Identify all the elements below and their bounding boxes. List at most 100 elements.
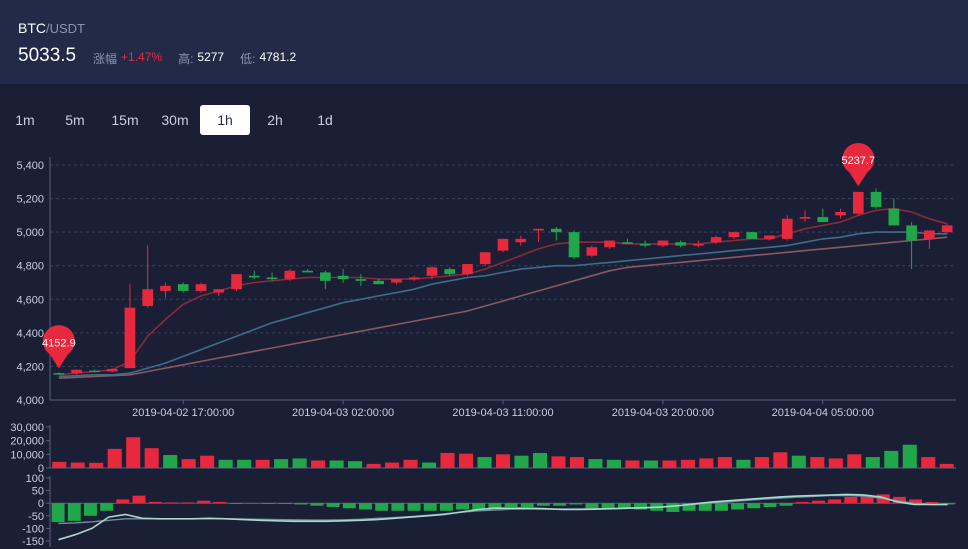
macd-histogram-bar bbox=[585, 503, 599, 509]
candle-body bbox=[906, 225, 917, 241]
macd-histogram-bar bbox=[779, 503, 793, 506]
y-tick-label: 5,200 bbox=[16, 194, 44, 206]
macd-histogram-bar bbox=[375, 503, 389, 511]
macd-histogram-bar bbox=[100, 503, 114, 511]
candle-body bbox=[622, 242, 633, 244]
candle-body bbox=[213, 289, 225, 293]
volume-bar bbox=[514, 455, 529, 468]
macd-histogram-bar bbox=[812, 500, 825, 504]
ma-long-line bbox=[58, 236, 948, 379]
macd-histogram-bar bbox=[844, 496, 858, 504]
macd-histogram-bar bbox=[181, 502, 194, 504]
candle-body bbox=[924, 230, 935, 239]
volume-bar bbox=[773, 452, 788, 468]
candle-body bbox=[835, 212, 846, 216]
y-tick-label: 5,400 bbox=[16, 160, 44, 172]
macd-histogram-bar bbox=[553, 503, 567, 506]
ma-short-line bbox=[58, 207, 948, 376]
macd-histogram-bar bbox=[132, 495, 146, 504]
x-tick-label: 2019-04-02 17:00:00 bbox=[132, 407, 234, 419]
volume-bar bbox=[625, 460, 640, 468]
volume-bar bbox=[311, 460, 326, 468]
macd-histogram-bar bbox=[504, 503, 518, 507]
macd-histogram-bar bbox=[569, 503, 583, 505]
candle-body bbox=[426, 267, 438, 276]
macd-histogram-bar bbox=[51, 503, 65, 523]
macd-histogram-bar bbox=[261, 503, 275, 504]
candle-body bbox=[675, 242, 686, 246]
volume-bar bbox=[551, 456, 566, 468]
candle-body bbox=[817, 217, 829, 223]
price-chart[interactable]: 4,000 4,200 4,400 4,600 4,800 5,000 5,200 5,400… bbox=[0, 0, 968, 549]
volume-bar bbox=[403, 459, 418, 468]
candle-body bbox=[586, 247, 598, 256]
macd-histogram-bar bbox=[229, 503, 243, 504]
candle-body bbox=[408, 277, 420, 280]
volume-bar bbox=[292, 458, 307, 468]
volume-bar bbox=[643, 460, 658, 468]
macd-histogram-bar bbox=[342, 503, 356, 509]
macd-y-tick-label: -100 bbox=[22, 523, 44, 535]
candle-body bbox=[248, 275, 260, 278]
candle-body bbox=[177, 284, 189, 291]
volume-bar bbox=[126, 437, 141, 468]
macd-y-tick-label: 0 bbox=[38, 498, 44, 510]
macd-y-tick-label: -50 bbox=[28, 511, 44, 523]
volume-bar bbox=[810, 457, 825, 468]
candle-body bbox=[302, 270, 313, 273]
volume-bar bbox=[902, 444, 917, 468]
volume-bar bbox=[662, 460, 677, 468]
volume-bar bbox=[107, 448, 122, 468]
candle-body bbox=[231, 274, 242, 290]
x-tick-label: 2019-04-04 05:00:00 bbox=[772, 407, 874, 419]
candle-body bbox=[764, 235, 775, 239]
candle-body bbox=[266, 277, 278, 280]
volume-bar bbox=[52, 461, 67, 468]
macd-histogram-bar bbox=[164, 502, 178, 504]
trading-chart-app: { "ticker": { "base": "BTC", "quote": "/… bbox=[0, 0, 968, 549]
volume-bar bbox=[791, 455, 806, 468]
volume-bar bbox=[736, 459, 751, 468]
volume-bar bbox=[884, 450, 899, 468]
candle-body bbox=[337, 275, 349, 280]
volume-bar bbox=[532, 452, 548, 468]
candle-body bbox=[852, 191, 864, 214]
macd-y-tick-label: 100 bbox=[26, 473, 44, 485]
volume-bar bbox=[717, 457, 732, 468]
ma-mid-line bbox=[58, 231, 948, 378]
volume-bar bbox=[385, 462, 400, 468]
volume-bar bbox=[440, 452, 455, 468]
candle-body bbox=[728, 232, 740, 238]
macd-histogram-bar bbox=[520, 503, 534, 507]
volume-bar bbox=[422, 462, 437, 468]
volume-bar bbox=[255, 459, 270, 468]
volume-bar bbox=[588, 459, 603, 468]
candle-body bbox=[888, 208, 900, 226]
candle-body bbox=[657, 240, 669, 246]
volume-bar bbox=[939, 463, 954, 468]
marker-label: 5237.7 bbox=[841, 155, 875, 167]
candle-body bbox=[693, 243, 704, 246]
volume-bar bbox=[181, 459, 196, 468]
volume-bar bbox=[237, 459, 252, 468]
macd-histogram-bar bbox=[666, 503, 680, 513]
volume-bar bbox=[218, 459, 233, 468]
volume-bar bbox=[495, 454, 511, 468]
macd-histogram-bar bbox=[714, 503, 728, 511]
candle-body bbox=[355, 279, 367, 281]
marker-label: 4152.9 bbox=[42, 337, 76, 349]
candle-body bbox=[106, 368, 118, 372]
x-tick-label: 2019-04-03 11:00:00 bbox=[452, 407, 553, 419]
volume-y-tick-label: 10,000 bbox=[10, 449, 44, 461]
volume-bar bbox=[458, 453, 474, 468]
volume-bar bbox=[144, 448, 159, 468]
volume-bar bbox=[477, 457, 492, 468]
candle-body bbox=[497, 238, 509, 251]
candle-body bbox=[444, 269, 456, 275]
volume-bar bbox=[329, 460, 344, 468]
macd-histogram-bar bbox=[828, 499, 842, 504]
macd-histogram-bar bbox=[423, 503, 437, 511]
candle-body bbox=[142, 289, 154, 306]
volume-bar bbox=[754, 457, 769, 468]
volume-y-tick-label: 20,000 bbox=[10, 436, 44, 448]
